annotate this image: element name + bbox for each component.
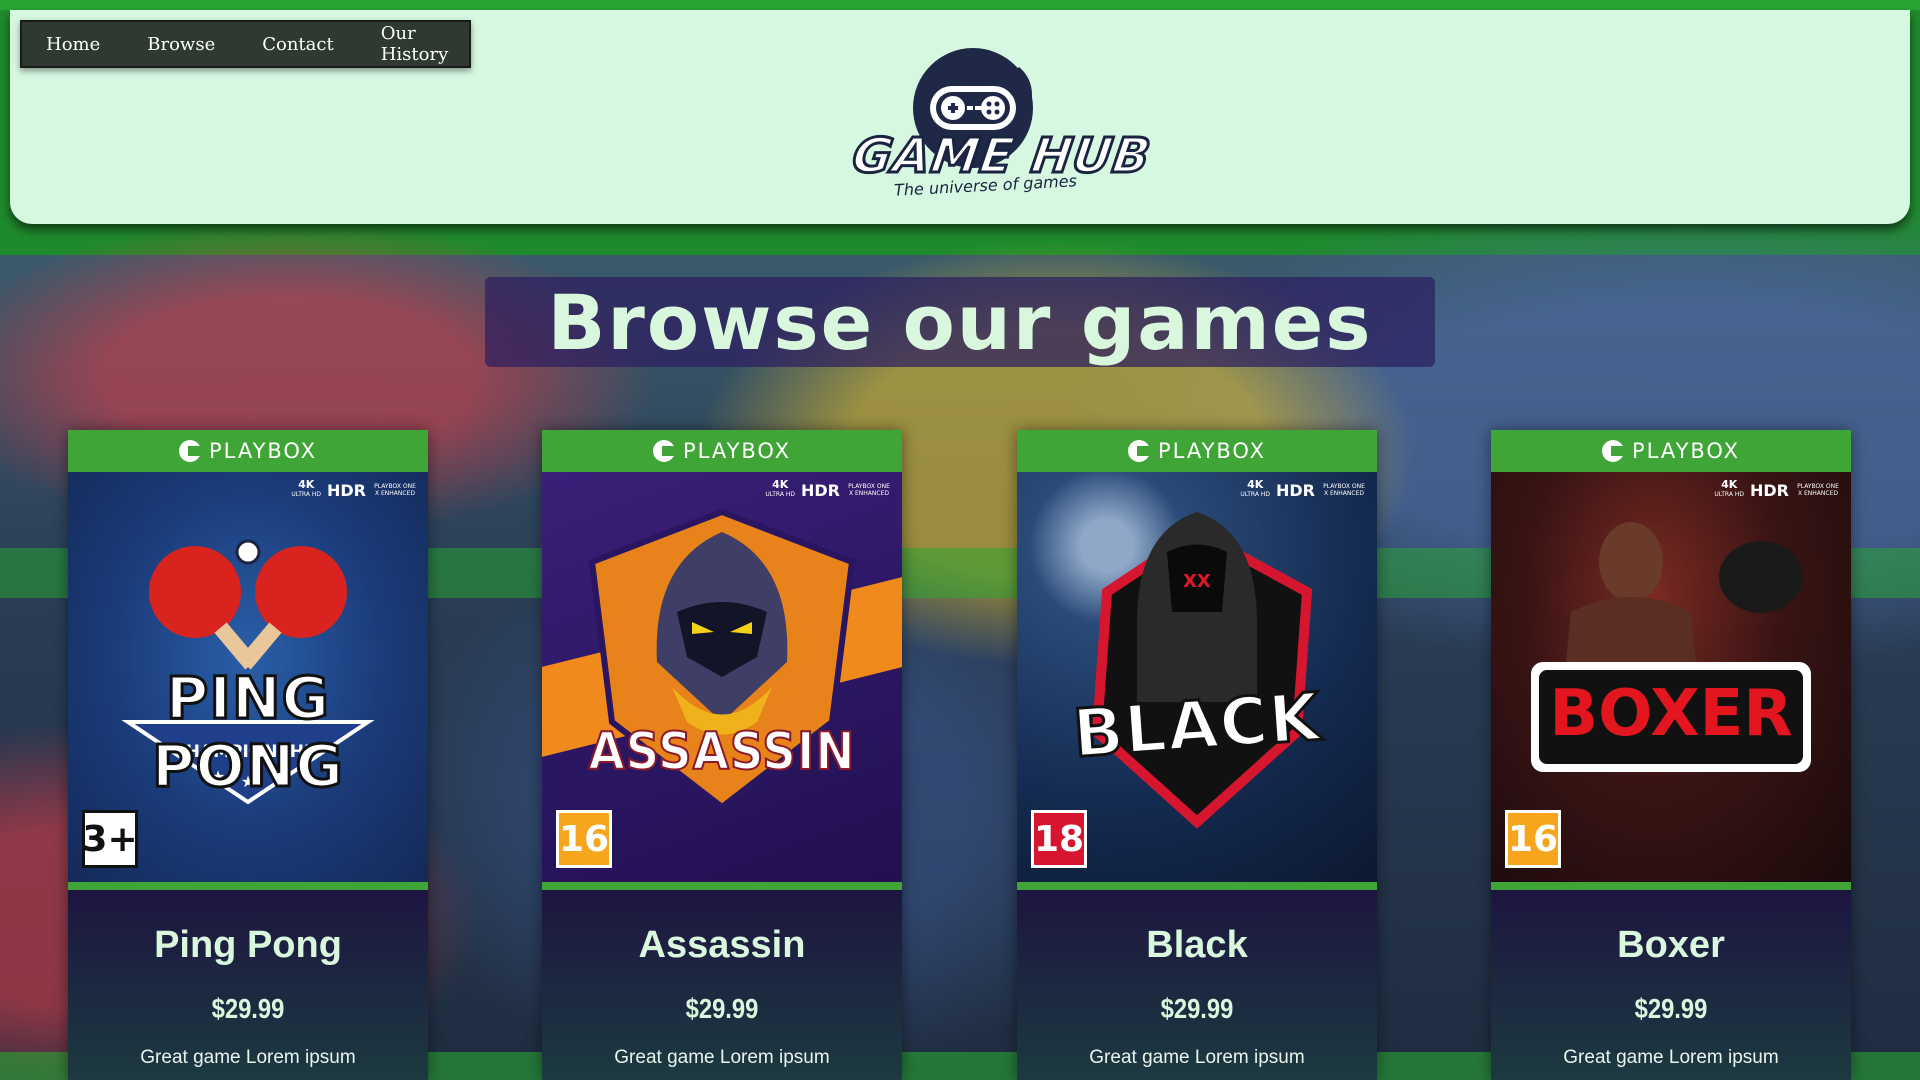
- playbox-logo-icon: [1127, 440, 1150, 462]
- game-price: $29.99: [1634, 993, 1708, 1024]
- game-name: Black: [1146, 924, 1248, 966]
- svg-text:XX: XX: [1183, 571, 1211, 592]
- card-brand-label: PLAYBOX: [208, 439, 318, 463]
- card-brand-label: PLAYBOX: [1157, 439, 1267, 463]
- nav-contact-link[interactable]: Contact: [262, 34, 333, 55]
- card-brand-bar: PLAYBOX: [68, 430, 428, 472]
- nav-our-history-link[interactable]: Our History: [381, 23, 449, 65]
- game-cover-art: 4K ULTRA HD HDR PLAYBOX ONE X ENHANCED XX…: [1017, 472, 1377, 882]
- card-divider: [68, 882, 428, 890]
- card-divider: [1491, 882, 1851, 890]
- game-card-ping-pong[interactable]: PLAYBOX 4K ULTRA HD HDR PLAYBOX ONE X ENH…: [68, 430, 428, 1080]
- card-brand-bar: PLAYBOX: [542, 430, 902, 472]
- card-brand-label: PLAYBOX: [682, 439, 792, 463]
- cover-title-text: PING PONG: [151, 663, 345, 802]
- card-brand-label: PLAYBOX: [1631, 439, 1741, 463]
- card-divider: [542, 882, 902, 890]
- age-rating-badge: 3+: [82, 810, 138, 868]
- card-brand-bar: PLAYBOX: [1491, 430, 1851, 472]
- main-nav: Home Browse Contact Our History: [20, 20, 471, 68]
- game-name: Boxer: [1617, 924, 1725, 966]
- age-rating-badge: 18: [1031, 810, 1087, 868]
- game-name: Ping Pong: [154, 924, 342, 966]
- game-description: Great game Lorem ipsum: [1563, 1047, 1779, 1068]
- playbox-logo-icon: [178, 440, 201, 462]
- age-rating-badge: 16: [556, 810, 612, 868]
- nav-home-link[interactable]: Home: [46, 34, 100, 55]
- game-card-black[interactable]: PLAYBOX 4K ULTRA HD HDR PLAYBOX ONE X ENH…: [1017, 430, 1377, 1080]
- card-brand-bar: PLAYBOX: [1017, 430, 1377, 472]
- game-description: Great game Lorem ipsum: [614, 1047, 830, 1068]
- game-name: Assassin: [638, 924, 806, 966]
- title-banner: Browse our games: [485, 277, 1435, 367]
- background-stripe: [0, 0, 1920, 10]
- game-price: $29.99: [1160, 993, 1234, 1024]
- game-card-boxer[interactable]: PLAYBOX 4K ULTRA HD HDR PLAYBOX ONE X ENH…: [1491, 430, 1851, 1080]
- game-description: Great game Lorem ipsum: [140, 1047, 356, 1068]
- nav-browse-link[interactable]: Browse: [147, 34, 215, 55]
- card-divider: [1017, 882, 1377, 890]
- game-card-assassin[interactable]: PLAYBOX 4K ULTRA HD HDR PLAYBOX ONE X ENH…: [542, 430, 902, 1080]
- age-rating-badge: 16: [1505, 810, 1561, 868]
- game-description: Great game Lorem ipsum: [1089, 1047, 1305, 1068]
- cover-title-text: BOXER: [1549, 677, 1793, 751]
- page-title: Browse our games: [547, 277, 1373, 367]
- game-cover-art: 4K ULTRA HD HDR PLAYBOX ONE X ENHANCED BO…: [1491, 472, 1851, 882]
- playbox-logo-icon: [1601, 440, 1624, 462]
- site-header: Home Browse Contact Our History GAME HUB…: [10, 10, 1910, 224]
- game-price: $29.99: [685, 993, 759, 1024]
- game-cover-art: 4K ULTRA HD HDR PLAYBOX ONE X ENHANCED CH…: [68, 472, 428, 882]
- game-cover-art: 4K ULTRA HD HDR PLAYBOX ONE X ENHANCED AS…: [542, 472, 902, 882]
- cover-title-text: ASSASSIN: [587, 721, 856, 783]
- playbox-logo-icon: [652, 440, 675, 462]
- game-price: $29.99: [211, 993, 285, 1024]
